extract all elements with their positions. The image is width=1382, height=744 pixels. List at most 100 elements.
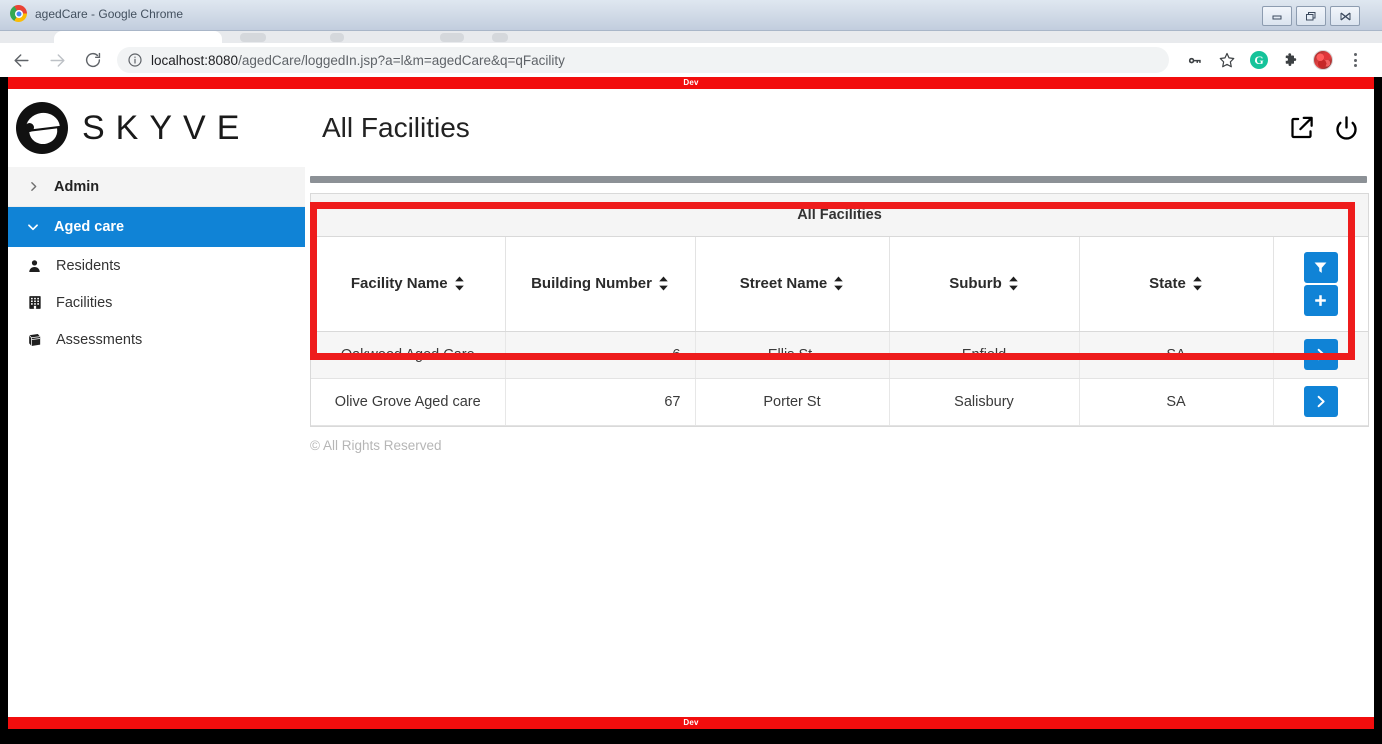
building-icon [26, 294, 43, 311]
cell-building-number: 67 [505, 378, 696, 426]
chrome-browser-window: agedCare - Google Chrome localhost:8080/… [0, 0, 1382, 744]
forward-arrow-icon[interactable] [42, 45, 72, 75]
book-icon [26, 332, 43, 348]
chevron-down-icon [26, 220, 40, 234]
add-button[interactable] [1303, 284, 1338, 316]
open-row-button[interactable] [1303, 339, 1338, 370]
chevron-right-icon [26, 180, 40, 193]
close-button[interactable] [1330, 6, 1360, 26]
sidebar-item-assessments-label: Assessments [56, 331, 143, 348]
puzzle-piece-icon[interactable] [1278, 47, 1304, 73]
avatar [1313, 50, 1333, 70]
address-bar[interactable]: localhost:8080/agedCare/loggedIn.jsp?a=l… [117, 47, 1169, 73]
share-export-icon[interactable] [1288, 115, 1315, 142]
dots-glyph [1353, 53, 1357, 67]
table-body: Oakwood Aged Care 6 Ellis St. Enfield SA [311, 331, 1368, 426]
sort-updown-icon[interactable] [1192, 276, 1203, 291]
dev-banner-top: Dev [8, 77, 1374, 89]
column-header-state-label: State [1149, 275, 1186, 293]
header-actions [1288, 115, 1360, 142]
sidebar-group-aged-care[interactable]: Aged care [8, 207, 305, 247]
tab-strip [0, 31, 1382, 43]
main-content: All Facilities Facility Name Building Nu… [305, 167, 1374, 729]
table-row[interactable]: Oakwood Aged Care 6 Ellis St. Enfield SA [311, 331, 1368, 379]
horizontal-scrollbar[interactable] [310, 176, 1367, 183]
column-header-street-name[interactable]: Street Name [695, 237, 890, 332]
cell-building-number: 6 [505, 331, 696, 379]
grid-caption: All Facilities [311, 194, 1368, 237]
app-header: SKYVE All Facilities [8, 89, 1374, 167]
skyve-logo-icon [16, 102, 68, 154]
filter-button[interactable] [1303, 251, 1338, 283]
sidebar: Admin Aged care Residents Facilities Ass… [8, 167, 305, 729]
url-text: localhost:8080/agedCare/loggedIn.jsp?a=l… [151, 53, 565, 68]
dev-banner-bottom: Dev [8, 717, 1374, 729]
column-header-building-number[interactable]: Building Number [505, 237, 696, 332]
browser-tab-active[interactable] [54, 31, 222, 43]
sidebar-item-facilities[interactable]: Facilities [8, 284, 305, 321]
power-logout-icon[interactable] [1333, 115, 1360, 142]
page-title: All Facilities [322, 112, 470, 143]
app-body: Admin Aged care Residents Facilities Ass… [8, 167, 1374, 729]
sort-updown-icon[interactable] [658, 276, 669, 291]
cell-suburb: Salisbury [889, 378, 1080, 426]
column-header-suburb[interactable]: Suburb [889, 237, 1080, 332]
screenshot-root: agedCare - Google Chrome localhost:8080/… [0, 0, 1382, 744]
column-header-building-number-label: Building Number [531, 275, 652, 293]
window-title: agedCare - Google Chrome [35, 6, 184, 21]
column-header-state[interactable]: State [1079, 237, 1274, 332]
titlebar-left: agedCare - Google Chrome [10, 5, 183, 22]
toolbar-right-icons: G [1182, 47, 1368, 73]
profile-avatar-icon[interactable] [1310, 47, 1336, 73]
facilities-grid: All Facilities Facility Name Building Nu… [310, 193, 1369, 427]
url-path: /agedCare/loggedIn.jsp?a=l&m=agedCare&q=… [238, 52, 565, 68]
page-viewport: Dev SKYVE All Facilities Admin Aged care… [8, 77, 1374, 729]
column-header-facility-name-label: Facility Name [350, 275, 448, 293]
cell-state: SA [1079, 378, 1274, 426]
sort-updown-icon[interactable] [1008, 276, 1019, 291]
grammarly-extension-icon[interactable]: G [1246, 47, 1272, 73]
cell-facility-name: Oakwood Aged Care [311, 331, 506, 379]
cell-row-action [1273, 378, 1368, 426]
star-icon[interactable] [1214, 47, 1240, 73]
tab-ghost-3 [440, 33, 464, 42]
table-row[interactable]: Olive Grove Aged care 67 Porter St Salis… [311, 378, 1368, 426]
chrome-logo-icon [10, 5, 27, 22]
open-row-button[interactable] [1303, 386, 1338, 417]
browser-toolbar: localhost:8080/agedCare/loggedIn.jsp?a=l… [0, 43, 1382, 77]
url-host: localhost:8080 [151, 52, 239, 68]
cell-state: SA [1079, 331, 1274, 379]
minimize-button[interactable] [1262, 6, 1292, 26]
column-header-street-name-label: Street Name [739, 275, 828, 293]
grammarly-label: G [1250, 51, 1268, 69]
copyright-footer: © All Rights Reserved [310, 438, 442, 453]
person-icon [26, 258, 43, 274]
window-titlebar: agedCare - Google Chrome [0, 0, 1382, 31]
cell-street-name: Ellis St. [695, 331, 890, 379]
sidebar-item-residents[interactable]: Residents [8, 247, 305, 284]
sidebar-group-aged-care-label: Aged care [54, 219, 125, 235]
sidebar-group-admin-label: Admin [54, 178, 100, 195]
site-info-icon[interactable] [127, 52, 143, 68]
window-controls [1262, 6, 1360, 26]
sort-updown-icon[interactable] [454, 276, 465, 291]
key-icon[interactable] [1182, 47, 1208, 73]
sidebar-item-facilities-label: Facilities [56, 294, 113, 311]
column-header-actions [1273, 237, 1368, 332]
sort-updown-icon[interactable] [833, 276, 844, 291]
back-arrow-icon[interactable] [6, 45, 36, 75]
column-header-suburb-label: Suburb [949, 275, 1002, 293]
column-header-facility-name[interactable]: Facility Name [311, 237, 506, 332]
cell-street-name: Porter St [695, 378, 890, 426]
tab-ghost-4 [492, 33, 508, 42]
tab-ghost-1 [240, 33, 266, 42]
brand-area[interactable]: SKYVE [8, 89, 305, 167]
cell-row-action [1273, 331, 1368, 379]
reload-icon[interactable] [78, 45, 108, 75]
restore-button[interactable] [1296, 6, 1326, 26]
sidebar-group-admin[interactable]: Admin [8, 167, 305, 207]
sidebar-item-residents-label: Residents [56, 257, 121, 274]
facilities-table: Facility Name Building Number Street Nam… [311, 237, 1368, 426]
three-dots-menu-icon[interactable] [1342, 47, 1368, 73]
sidebar-item-assessments[interactable]: Assessments [8, 321, 305, 358]
